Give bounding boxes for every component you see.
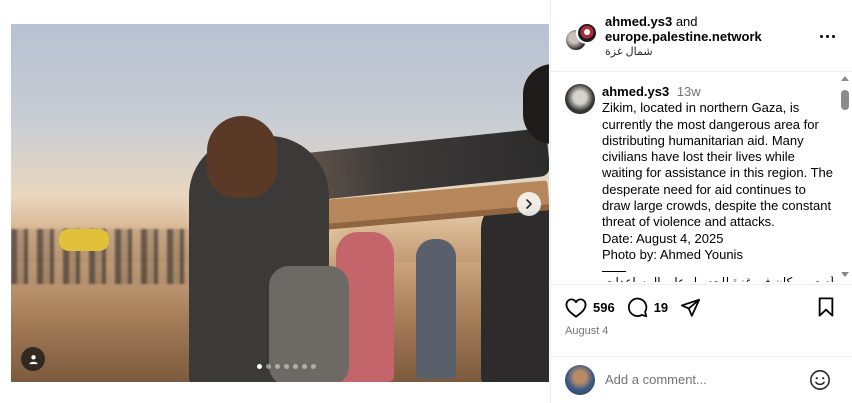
like-button[interactable]: 596 — [565, 297, 615, 318]
caption-divider — [602, 271, 626, 273]
avatar[interactable] — [565, 84, 595, 114]
location-link[interactable]: شمال غزة — [605, 45, 762, 60]
carousel-indicator — [257, 364, 316, 369]
caption-scroll-area[interactable]: ahmed.ys3 13w Zikim, located in northern… — [551, 72, 852, 284]
post-header: ahmed.ys3 and europe.palestine.network ش… — [551, 0, 852, 72]
scrollbar[interactable] — [839, 74, 851, 284]
post-date[interactable]: August 4 — [565, 325, 608, 337]
scrollbar-thumb[interactable] — [841, 90, 849, 110]
bookmark-icon — [818, 297, 834, 317]
caption-text: Zikim, located in northern Gaza, is curre… — [602, 100, 834, 263]
post-photo[interactable] — [11, 24, 549, 382]
caption-line: civilians have lost their lives while — [602, 149, 795, 165]
caption-text-cutoff: أصعب مكان في غزة للحصول على المساعدات — [602, 276, 834, 282]
post-actions: 596 19 August 4 — [551, 284, 852, 356]
carrier-person — [416, 239, 456, 379]
user-tag-icon — [28, 354, 38, 364]
author-link[interactable]: europe.palestine.network — [605, 29, 762, 44]
scroll-down-arrow-icon[interactable] — [841, 272, 849, 277]
carousel-dot — [302, 364, 307, 369]
carousel-dot — [275, 364, 280, 369]
ellipsis-icon — [819, 34, 823, 38]
heart-icon — [565, 297, 587, 318]
ellipsis-icon — [831, 34, 835, 38]
avatar — [565, 365, 595, 395]
carousel-dot — [266, 364, 271, 369]
author-link[interactable]: ahmed.ys3 — [605, 14, 672, 29]
save-button[interactable] — [817, 297, 835, 322]
caption-line: Photo by: Ahmed Younis — [602, 246, 743, 262]
comment-composer — [551, 356, 852, 403]
comment-button[interactable]: 19 — [627, 297, 668, 318]
caption-line: distributing humanitarian aid. Many — [602, 132, 804, 148]
comment-input[interactable] — [605, 369, 805, 389]
caption-username[interactable]: ahmed.ys3 — [602, 84, 669, 99]
chevron-right-icon — [526, 199, 532, 209]
post-authors: ahmed.ys3 and europe.palestine.network ش… — [605, 14, 762, 60]
like-count[interactable]: 596 — [593, 300, 615, 315]
carousel-dot — [284, 364, 289, 369]
caption-line: threat of violence and attacks. — [602, 214, 775, 230]
collab-avatars[interactable] — [564, 22, 598, 56]
paper-plane-icon — [681, 298, 701, 317]
carrier-person — [481, 199, 549, 382]
more-options-button[interactable] — [817, 28, 837, 44]
caption-line: currently the most dangerous area for — [602, 116, 819, 132]
caption-line: Zikim, located in northern Gaza, is — [602, 100, 800, 116]
share-button[interactable] — [680, 298, 701, 318]
caption-line: desperate need for aid continues to — [602, 181, 806, 197]
comment-count[interactable]: 19 — [654, 300, 668, 315]
smiley-icon — [810, 370, 830, 390]
ellipsis-icon — [825, 34, 829, 38]
yellow-aid-bag — [59, 229, 109, 251]
caption-line: draw large crowds, despite the constant — [602, 198, 832, 214]
carousel-next-button[interactable] — [517, 192, 541, 216]
carousel-dot — [293, 364, 298, 369]
caption-line: Date: August 4, 2025 — [602, 230, 724, 246]
caption-timestamp[interactable]: 13w — [677, 84, 701, 99]
avatar[interactable] — [576, 22, 598, 44]
emoji-button[interactable] — [809, 369, 831, 396]
scroll-up-arrow-icon[interactable] — [841, 76, 849, 81]
caption: ahmed.ys3 13w Zikim, located in northern… — [602, 84, 834, 282]
author-joiner: and — [675, 14, 698, 29]
tagged-users-button[interactable] — [21, 347, 45, 371]
caption-line: waiting for assistance in this region. T… — [602, 165, 833, 181]
foreground-man-head — [207, 116, 277, 198]
carousel-dot — [311, 364, 316, 369]
post-detail-panel: ahmed.ys3 and europe.palestine.network ش… — [550, 0, 852, 403]
comment-bubble-icon — [627, 297, 647, 318]
carousel-dot — [257, 364, 262, 369]
